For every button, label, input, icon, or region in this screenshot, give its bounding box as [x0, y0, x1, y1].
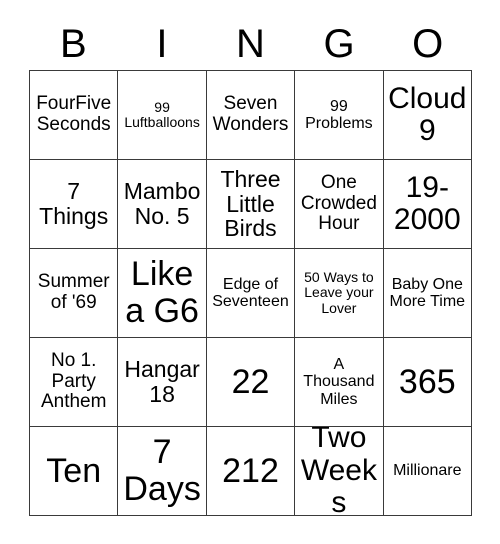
bingo-grid: FourFive Seconds 99 Luftballoons Seven W… — [29, 70, 472, 516]
bingo-cell-text: Seven Wonders — [212, 93, 289, 135]
bingo-cell-text: Edge of Seventeen — [212, 275, 289, 310]
bingo-cell-r1c3[interactable]: Seven Wonders — [206, 71, 296, 160]
bingo-cell-r5c3[interactable]: 212 — [206, 427, 296, 516]
bingo-cell-text: FourFive Seconds — [36, 93, 112, 135]
bingo-cell-text: 50 Ways to Leave your Lover — [304, 269, 374, 316]
bingo-cell-text: Baby One More Time — [389, 275, 466, 310]
bingo-cell-text: Like a G6 — [125, 255, 199, 330]
bingo-cell-r1c1[interactable]: FourFive Seconds — [30, 71, 119, 160]
bingo-cell-r2c4[interactable]: One Crowded Hour — [295, 160, 384, 249]
bingo-cell-text: Summer of '69 — [37, 271, 110, 313]
bingo-cell-text: Cloud 9 — [388, 81, 467, 147]
bingo-cell-r2c3[interactable]: Three Little Birds — [206, 160, 296, 249]
bingo-cell-text: Mambo No. 5 — [123, 178, 201, 229]
bingo-cell-r3c3[interactable]: Edge of Seventeen — [206, 249, 296, 338]
bingo-cell-r3c1[interactable]: Summer of '69 — [30, 249, 119, 338]
bingo-cell-text: 22 — [231, 362, 270, 401]
bingo-cell-text: Ten — [46, 451, 102, 490]
bingo-cell-r1c2[interactable]: 99 Luftballoons — [118, 71, 207, 160]
bingo-header-letter-o: O — [412, 22, 444, 66]
bingo-cell-r4c2[interactable]: Hangar 18 — [118, 338, 207, 427]
bingo-header-letter-b: B — [59, 22, 87, 66]
bingo-cell-r4c1[interactable]: No 1. Party Anthem — [30, 338, 119, 427]
bingo-cell-r1c4[interactable]: 99 Problems — [295, 71, 384, 160]
bingo-cell-r2c2[interactable]: Mambo No. 5 — [118, 160, 207, 249]
bingo-cell-text: No 1. Party Anthem — [40, 350, 107, 413]
bingo-cell-r3c2[interactable]: Like a G6 — [118, 249, 207, 338]
bingo-cell-r5c1[interactable]: Ten — [30, 427, 119, 516]
bingo-cell-text: 99 Problems — [305, 97, 373, 132]
bingo-cell-text: 7 Things — [39, 178, 109, 229]
bingo-header-letter-g: G — [323, 22, 355, 66]
bingo-cell-text: One Crowded Hour — [300, 172, 377, 235]
bingo-cell-text: 7 Days — [123, 433, 201, 508]
bingo-cell-text: 19-2000 — [393, 170, 461, 236]
bingo-cell-r5c4[interactable]: Two Weeks — [295, 427, 384, 516]
bingo-cell-r3c4[interactable]: 50 Ways to Leave your Lover — [295, 249, 384, 338]
bingo-card: B I N G O FourFive Seconds 99 Luftballoo… — [0, 0, 500, 544]
bingo-cell-text: Millionare — [393, 462, 462, 480]
bingo-cell-text: 365 — [398, 362, 456, 401]
bingo-cell-r4c5[interactable]: 365 — [383, 338, 472, 427]
bingo-cell-r5c5[interactable]: Millionare — [383, 427, 472, 516]
bingo-cell-r3c5[interactable]: Baby One More Time — [383, 249, 472, 338]
bingo-cell-text: 99 Luftballoons — [124, 98, 200, 130]
bingo-cell-text: Three Little Birds — [220, 165, 281, 242]
bingo-cell-r4c4[interactable]: A Thousand Miles — [295, 338, 384, 427]
bingo-cell-r2c5[interactable]: 19-2000 — [383, 160, 472, 249]
bingo-cell-r4c3[interactable]: 22 — [206, 338, 296, 427]
bingo-header-letter-n: N — [236, 22, 265, 66]
bingo-cell-text: A Thousand Miles — [303, 356, 375, 408]
bingo-cell-r5c2[interactable]: 7 Days — [118, 427, 207, 516]
bingo-header-row: B I N G O — [29, 18, 472, 70]
bingo-cell-r2c1[interactable]: 7 Things — [30, 160, 119, 249]
bingo-cell-r1c5[interactable]: Cloud 9 — [383, 71, 472, 160]
bingo-cell-text: Two Weeks — [300, 427, 377, 516]
bingo-cell-text: 212 — [222, 451, 279, 490]
bingo-header-letter-i: I — [156, 22, 168, 66]
bingo-cell-text: Hangar 18 — [124, 356, 200, 407]
